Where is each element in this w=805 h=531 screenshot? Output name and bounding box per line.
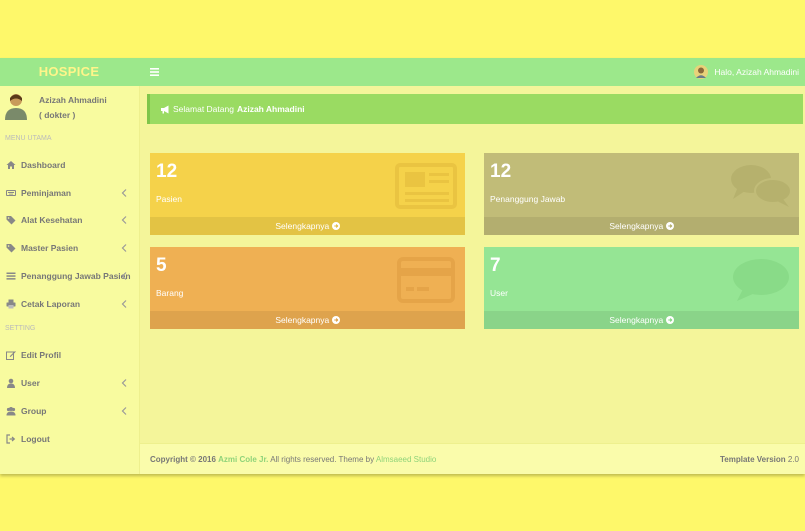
- profile-name: Azizah Ahmadini: [39, 95, 107, 105]
- version-label: Template Version: [719, 455, 786, 464]
- stat-box-barang: 5 Barang Selengkapnya: [150, 247, 465, 329]
- more-info-label: Selengkapnya: [609, 221, 664, 231]
- stat-number: 12: [490, 161, 512, 182]
- sidebar-item-peminjaman[interactable]: Peminjaman: [0, 181, 139, 205]
- sidebar-item-label: Cetak Laporan: [21, 299, 81, 309]
- hamburger-icon: [149, 67, 159, 76]
- welcome-callout: Selamat Datang Azizah Ahmadini: [147, 94, 803, 124]
- chevron-left-icon: [121, 407, 127, 415]
- arrow-circle-right-icon: [331, 316, 340, 324]
- arrow-circle-right-icon: [665, 222, 674, 230]
- avatar-icon: [694, 65, 709, 79]
- sidebar-item-label: User: [21, 378, 40, 388]
- version-info: Template Version 2.0: [720, 455, 799, 464]
- stat-box-pasien: 12 Pasien Selengkapnya: [150, 153, 465, 235]
- studio-link[interactable]: Almsaeed Studio: [376, 455, 436, 464]
- arrow-circle-right-icon: [331, 222, 340, 230]
- sidebar-item-penanggung-jawab-pasien[interactable]: Penanggung Jawab Pasien: [0, 264, 139, 288]
- arrow-circle-right-icon: [665, 316, 674, 324]
- sidebar-item-group[interactable]: Group: [0, 399, 139, 423]
- section-label-main: MENU UTAMA: [5, 135, 52, 142]
- welcome-prefix: Selamat Datang: [173, 104, 234, 114]
- copyright-text: Copyright © 2016 Azmi Cole Jr. All right…: [150, 455, 436, 464]
- sidebar-item-dashboard[interactable]: Dashboard: [0, 153, 139, 177]
- user-panel: Azizah Ahmadini ( dokter ): [4, 92, 134, 122]
- sidebar-item-label: Logout: [21, 434, 50, 444]
- user-icon: [7, 378, 15, 388]
- sidebar-item-label: Group: [21, 406, 47, 416]
- author-link[interactable]: Azmi Cole Jr.: [218, 455, 268, 464]
- list-icon: [6, 272, 16, 280]
- more-info-label: Selengkapnya: [609, 315, 664, 325]
- sidebar-item-alat-kesehatan[interactable]: Alat Kesehatan: [0, 208, 139, 232]
- home-icon: [6, 161, 16, 169]
- comment-icon: [733, 259, 789, 301]
- newspaper-icon: [395, 163, 457, 209]
- bullhorn-icon: [161, 105, 169, 113]
- comments-icon: [731, 165, 792, 207]
- sidebar-item-cetak-laporan[interactable]: Cetak Laporan: [0, 292, 139, 316]
- sidebar-item-label: Peminjaman: [21, 188, 72, 198]
- chevron-left-icon: [121, 189, 127, 197]
- stat-number: 7: [490, 255, 501, 276]
- profile-role: ( dokter ): [39, 110, 76, 120]
- edit-icon: [6, 351, 16, 360]
- user-menu[interactable]: Halo, Azizah Ahmadini: [694, 58, 799, 86]
- rights-text: All rights reserved. Theme by: [270, 455, 375, 464]
- top-navbar: HOSPICE Halo, Azizah Ahmadini: [0, 58, 805, 86]
- keyboard-icon: [6, 190, 16, 196]
- users-icon: [6, 407, 16, 416]
- stat-number: 5: [156, 255, 167, 276]
- more-info-label: Selengkapnya: [275, 221, 330, 231]
- copyright-prefix: Copyright © 2016: [150, 455, 216, 464]
- more-info-link[interactable]: Selengkapnya: [484, 311, 799, 329]
- credit-card-icon: [397, 257, 455, 303]
- sidebar-item-label: Penanggung Jawab Pasien: [21, 271, 131, 281]
- main-content: Selamat Datang Azizah Ahmadini 12 Pasien…: [140, 86, 805, 474]
- version-number: 2.0: [787, 455, 799, 464]
- chevron-left-icon: [121, 300, 127, 308]
- more-info-link[interactable]: Selengkapnya: [150, 217, 465, 235]
- print-icon: [6, 299, 16, 309]
- stat-number: 12: [156, 161, 178, 182]
- more-info-label: Selengkapnya: [275, 315, 330, 325]
- page-footer: Copyright © 2016 Azmi Cole Jr. All right…: [140, 443, 805, 474]
- sidebar-item-label: Dashboard: [21, 160, 66, 170]
- sidebar-item-edit-profil[interactable]: Edit Profil: [0, 343, 139, 367]
- sidebar: Azizah Ahmadini ( dokter ) MENU UTAMA Da…: [0, 86, 140, 474]
- stat-box-penanggung-jawab: 12 Penanggung Jawab Selengkapnya: [484, 153, 799, 235]
- stat-label: Penanggung Jawab: [490, 194, 566, 204]
- sidebar-item-label: Alat Kesehatan: [21, 215, 83, 225]
- chevron-left-icon: [121, 379, 127, 387]
- sidebar-item-logout[interactable]: Logout: [0, 427, 139, 451]
- stat-label: User: [490, 288, 508, 298]
- sidebar-item-user[interactable]: User: [0, 371, 139, 395]
- sidebar-item-label: Edit Profil: [21, 350, 62, 360]
- app-logo[interactable]: HOSPICE: [0, 58, 138, 86]
- more-info-link[interactable]: Selengkapnya: [150, 311, 465, 329]
- user-greeting: Halo, Azizah Ahmadini: [714, 67, 799, 77]
- chevron-left-icon: [121, 244, 127, 252]
- app-window: HOSPICE Halo, Azizah Ahmadini Azizah Ahm…: [0, 58, 805, 474]
- chevron-left-icon: [121, 216, 127, 224]
- welcome-name: Azizah Ahmadini: [236, 104, 305, 114]
- sidebar-toggle-button[interactable]: [146, 58, 162, 86]
- sign-out-icon: [6, 434, 16, 444]
- tags-icon: [6, 216, 16, 225]
- more-info-link[interactable]: Selengkapnya: [484, 217, 799, 235]
- tags-icon: [6, 244, 16, 253]
- section-label-setting: SETTING: [5, 325, 36, 332]
- sidebar-item-label: Master Pasien: [21, 243, 79, 253]
- avatar: [5, 94, 27, 120]
- stat-label: Barang: [156, 288, 184, 298]
- chevron-left-icon: [121, 272, 127, 280]
- sidebar-item-master-pasien[interactable]: Master Pasien: [0, 236, 139, 260]
- stat-box-user: 7 User Selengkapnya: [484, 247, 799, 329]
- stat-label: Pasien: [156, 194, 182, 204]
